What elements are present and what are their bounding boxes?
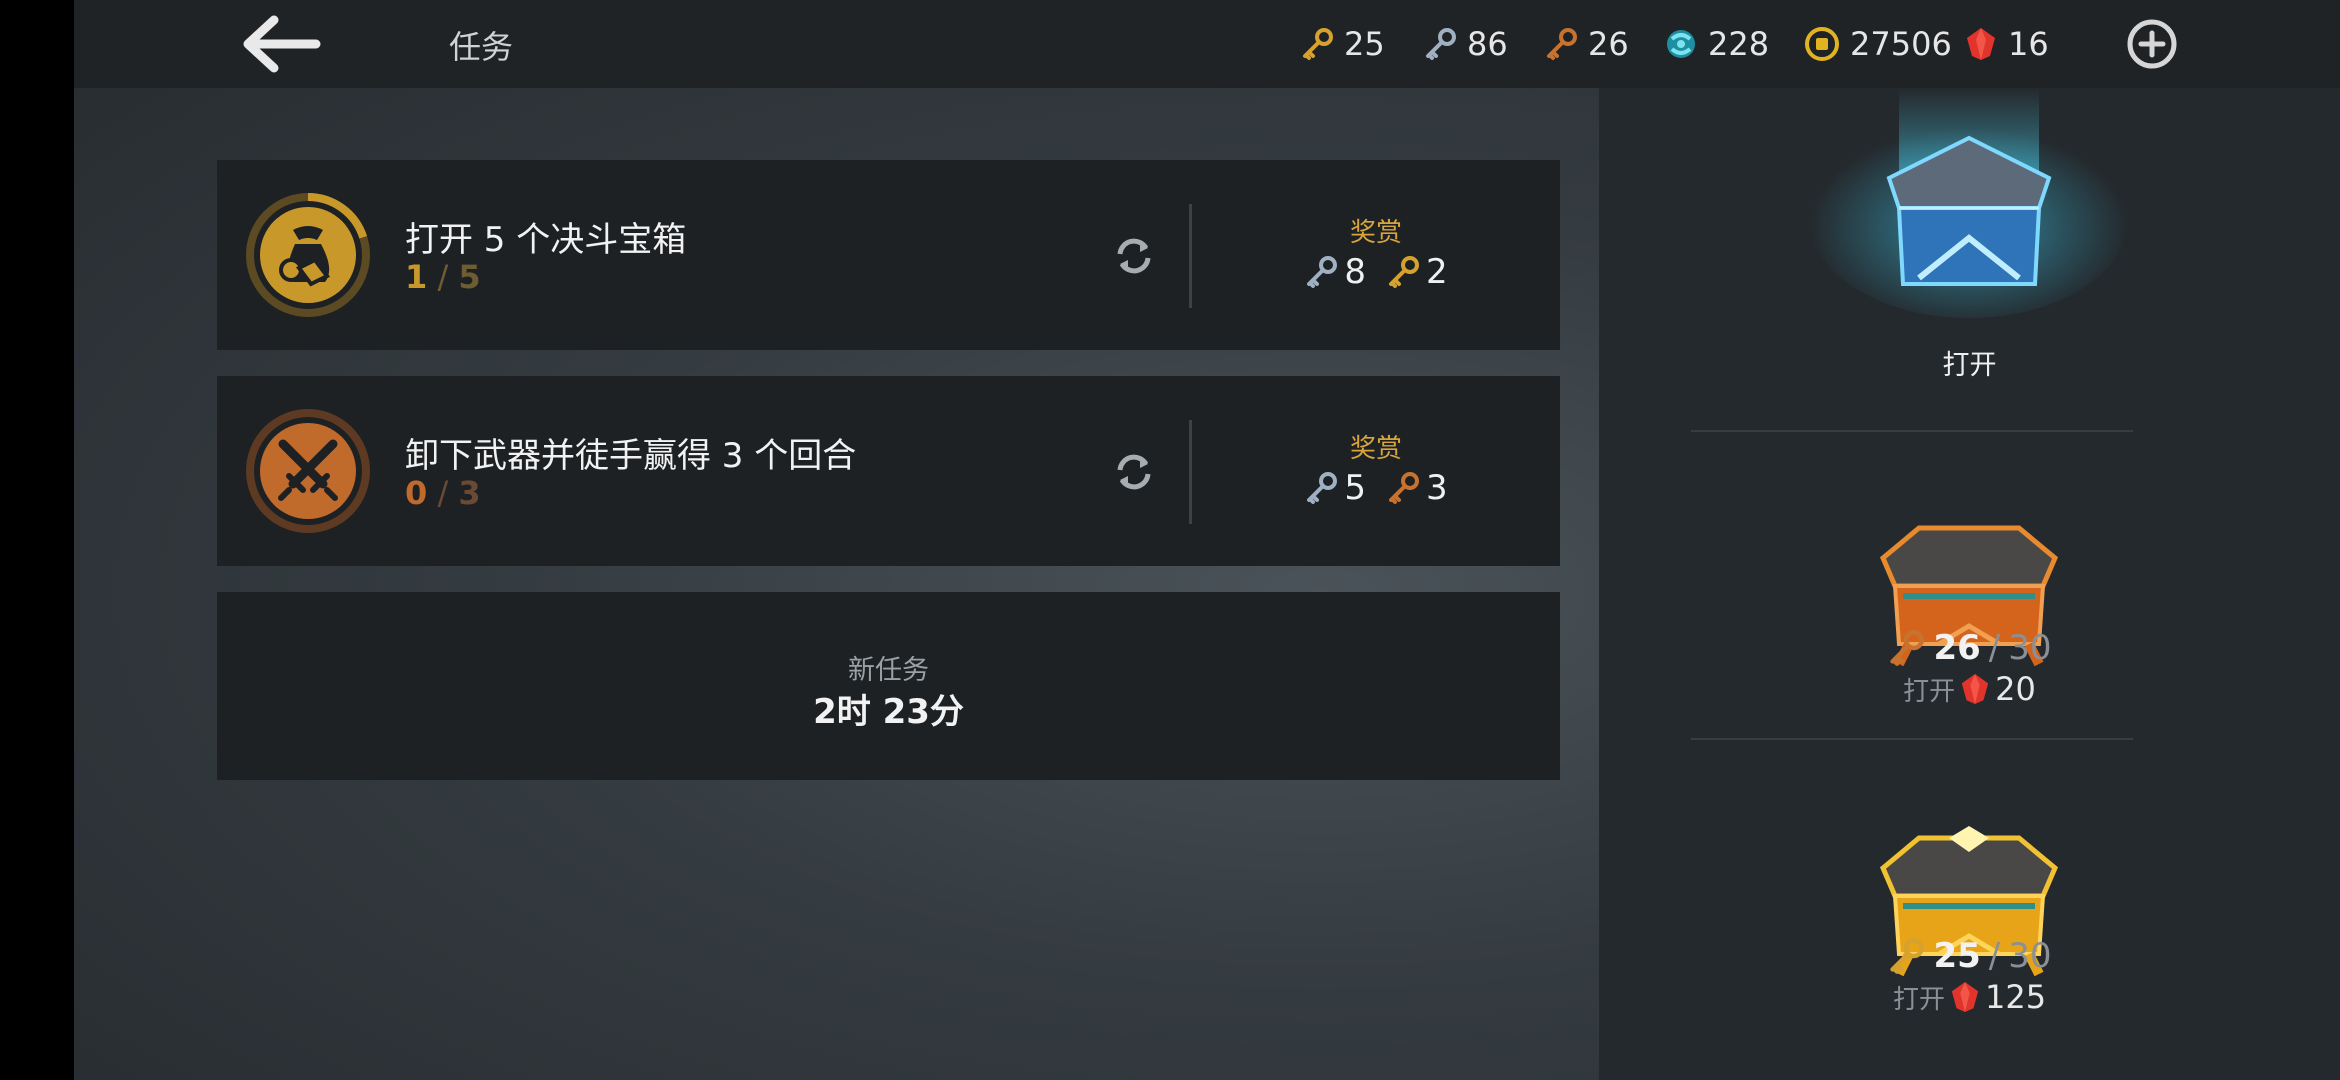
open-chest-button[interactable]: 打开 [1599,343,2340,382]
money-bag-icon [246,193,370,317]
app-screen: 任务 25 86 26 228 27506 16 打开 5 个决斗宝箱 1 / … [74,0,2340,1080]
plus-circle-icon [2127,19,2177,69]
quest-card[interactable]: 卸下武器并徒手赢得 3 个回合 0 / 3 奖赏 5 3 [217,376,1560,566]
back-arrow-icon [243,15,321,73]
reward-label: 奖赏 [1349,218,1402,248]
chest-key-count: 25 / 30 [1599,936,2340,976]
left-black-strip [0,0,74,1080]
currency-value: 228 [1708,25,1770,63]
key-current: 26 [1933,628,1981,668]
open-label: 打开 [1903,676,1956,707]
currency-value: 27506 [1850,25,1952,63]
reward-label: 奖赏 [1349,434,1402,464]
ruby-icon [1967,28,1995,60]
quest-progress: 0 / 3 [405,474,481,512]
gem-cost: 125 [1984,978,2047,1016]
silver-key-icon [1307,256,1338,288]
quest-progress-ring [243,190,373,320]
bronze-key-icon [1890,630,1925,666]
quest-title: 打开 5 个决斗宝箱 [405,220,687,260]
bronze-key-icon [1547,28,1577,60]
quest-progress-ring [243,406,373,536]
key-separator: / [1988,936,2001,976]
ruby-icon [1951,981,1979,1013]
reward-value: 2 [1426,252,1448,292]
new-quest-timer: 新任务 2时 23分 [217,592,1560,780]
currency-orbs[interactable]: 228 [1664,20,1769,68]
quest-progress: 1 / 5 [405,258,481,296]
progress-separator: / [427,258,459,296]
currency-bronze-keys[interactable]: 26 [1544,20,1629,68]
bronze-key-icon [1389,472,1419,504]
reward-item: 5 [1304,468,1366,508]
reward-list: 5 3 [1192,468,1560,508]
key-max: 30 [2008,628,2052,668]
reward-value: 8 [1344,252,1366,292]
silver-chest-icon [1809,88,2129,318]
currency-rubies[interactable]: 16 [1964,20,2049,68]
reward-item: 3 [1386,468,1448,508]
reward-item: 2 [1386,252,1448,292]
chest-panel: 打开 26 / 30 打开 20 25 / 30 打开 125 [1599,88,2340,1080]
key-max: 30 [2008,936,2052,976]
open-label: 打开 [1892,984,1945,1015]
silver-key-icon [1426,28,1456,60]
coin-icon [1805,27,1839,61]
currency-coins[interactable]: 27506 [1804,20,1952,68]
progress-current: 0 [405,474,428,512]
refresh-icon [1117,238,1151,274]
reward-list: 8 2 [1192,252,1560,292]
progress-total: 3 [458,474,481,512]
open-with-gems-button[interactable]: 打开 20 [1599,670,2340,708]
gold-key-icon [1890,938,1925,974]
divider [1691,738,2133,740]
quest-card[interactable]: 打开 5 个决斗宝箱 1 / 5 奖赏 8 2 [217,160,1560,350]
refresh-quest-button[interactable] [1112,450,1156,494]
progress-separator: / [427,474,459,512]
new-quest-time: 2时 23分 [813,692,964,732]
divider [1691,430,2133,432]
progress-total: 5 [458,258,481,296]
open-with-gems-button[interactable]: 打开 125 [1599,978,2340,1016]
currency-value: 25 [1344,25,1385,63]
orb-icon [1667,30,1695,58]
new-quest-label: 新任务 [848,655,929,686]
currency-value: 86 [1467,25,1508,63]
reward-item: 8 [1304,252,1366,292]
quest-title: 卸下武器并徒手赢得 3 个回合 [405,436,857,476]
currency-gold-keys[interactable]: 25 [1300,20,1385,68]
ruby-icon [1961,673,1989,705]
progress-current: 1 [405,258,428,296]
silver-chest[interactable] [1799,88,2139,328]
chest-key-count: 26 / 30 [1599,628,2340,668]
gold-key-icon [1389,256,1419,288]
refresh-quest-button[interactable] [1112,234,1156,278]
add-currency-button[interactable] [2126,18,2178,70]
silver-key-icon [1307,472,1338,504]
refresh-icon [1117,454,1151,490]
gold-key-icon [1303,28,1333,60]
currency-value: 16 [2008,25,2049,63]
key-separator: / [1988,628,2001,668]
reward-value: 5 [1344,468,1366,508]
crossed-swords-icon [246,409,370,533]
currency-value: 26 [1588,25,1629,63]
key-current: 25 [1933,936,1981,976]
page-title: 任务 [449,28,514,66]
reward-value: 3 [1426,468,1448,508]
top-bar: 任务 25 86 26 228 27506 16 [74,0,2340,88]
gem-cost: 20 [1995,670,2036,708]
back-button[interactable] [242,14,322,74]
currency-silver-keys[interactable]: 86 [1423,20,1508,68]
